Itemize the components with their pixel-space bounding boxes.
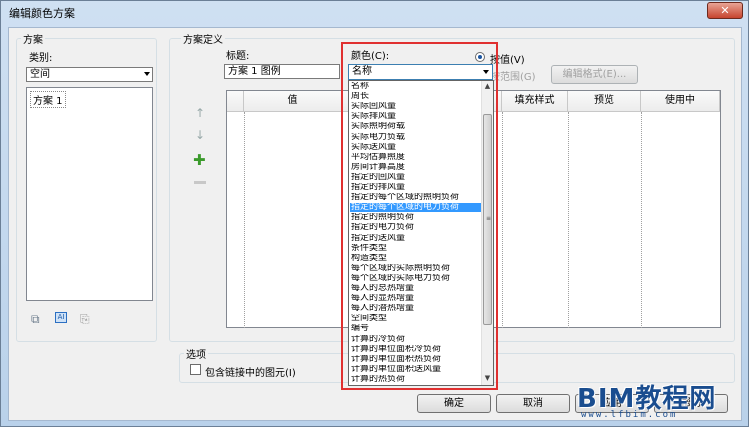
color-label: 颜色(C): [351,51,390,62]
scroll-up-icon[interactable]: ▲ [482,81,493,92]
column-divider [502,112,503,328]
column-divider [568,112,569,328]
column-header-fill-pattern[interactable]: 填充样式 [502,91,568,112]
title-input-value: 方案 1 图例 [228,66,281,77]
color-option-item[interactable]: 实际回风量 [350,102,481,111]
color-option-item[interactable]: 每人的潜热增量 [350,304,481,313]
color-option-item[interactable]: 计算的冷负荷 [350,335,481,344]
column-header-preview[interactable]: 预览 [568,91,641,112]
include-links-label: 包含链接中的图元(I) [205,368,296,379]
color-option-item[interactable]: 实际排风量 [350,112,481,121]
move-up-icon[interactable]: ↑ [195,106,205,120]
scheme-group-label: 方案 [21,31,45,46]
color-option-item[interactable]: 名称 [350,82,481,91]
remove-value-icon[interactable] [194,181,206,184]
column-header-in-use[interactable]: 使用中 [641,91,720,112]
color-option-item[interactable]: 编号 [350,324,481,333]
by-range-label: 按范围(G) [490,72,536,83]
add-value-icon[interactable]: ✚ [193,151,206,169]
color-option-item[interactable]: 计算的单位面积送风量 [350,365,481,374]
color-option-item[interactable]: 计算的热负荷 [350,375,481,384]
options-group-label: 选项 [184,346,208,361]
column-divider [342,112,343,328]
title-bar[interactable]: 编辑颜色方案 ✕ [1,1,748,23]
color-option-item[interactable]: 周长 [350,92,481,101]
color-option-item[interactable]: 每人的总热增量 [350,284,481,293]
color-option-item[interactable]: 条件类型 [350,244,481,253]
color-option-item[interactable]: 每人的显热增量 [350,294,481,303]
duplicate-scheme-icon[interactable]: ⧉ [31,312,40,327]
color-options-scrollbar[interactable]: ▲ ≡ ▼ [481,81,493,385]
chevron-down-icon [483,70,489,74]
definition-group-label: 方案定义 [181,31,225,46]
ok-button[interactable]: 确定 [417,394,491,413]
scheme-list[interactable]: 方案 1 [26,87,153,301]
color-option-item[interactable]: 实际电力负载 [350,133,481,142]
color-select-value: 名称 [352,66,372,77]
title-label: 标题: [226,51,250,62]
color-option-item[interactable]: 指定的送风量 [350,234,481,243]
color-option-item[interactable]: 指定的排风量 [350,183,481,192]
color-option-item[interactable]: 房间计算高度 [350,163,481,172]
grip-icon: ≡ [486,215,492,222]
move-down-icon[interactable]: ↓ [195,128,205,142]
category-label: 类别: [29,53,53,64]
color-option-item[interactable]: 指定的每个区域的电力负荷 [350,203,481,213]
window-title: 编辑颜色方案 [9,7,75,20]
delete-scheme-icon[interactable]: ⎘ [80,312,90,327]
category-value: 空间 [30,69,50,80]
color-option-item[interactable]: 指定的电力负荷 [350,223,481,232]
cancel-button[interactable]: 取消 [496,394,570,413]
column-divider [641,112,642,328]
color-option-item[interactable]: 平均估算照度 [350,153,481,162]
title-input[interactable]: 方案 1 图例 [224,64,340,79]
watermark-url: www.lfbim.com [581,410,678,420]
color-option-item[interactable]: 指定的回风量 [350,173,481,182]
color-option-item[interactable]: 每个区域的实际照明负荷 [350,264,481,273]
scroll-thumb[interactable]: ≡ [483,114,492,325]
dialog-window: 编辑颜色方案 ✕ 方案 类别: 空间 方案 1 ⧉ AI ⎘ 方案定义 标题: … [0,0,749,427]
by-value-radio[interactable] [475,52,485,62]
color-option-item[interactable]: 每个区域的实际电力负荷 [350,274,481,283]
edit-format-button[interactable]: 编辑格式(E)... [551,65,638,84]
category-select[interactable]: 空间 [26,67,153,82]
color-options-list[interactable]: 名称 周长 实际回风量 实际排风量 实际照明荷载 实际电力负载 实际送风量 平均估算照度 房间计… [348,80,494,386]
column-header-value[interactable]: 值 [244,91,342,112]
color-select[interactable]: 名称 [348,64,493,80]
dialog-client: 方案 类别: 空间 方案 1 ⧉ AI ⎘ 方案定义 标题: 方案 1 图例 颜… [8,27,742,421]
column-divider [244,112,245,328]
close-button[interactable]: ✕ [707,2,743,19]
color-option-item[interactable]: 实际送风量 [350,143,481,152]
color-dropdown[interactable]: 名称 名称 周长 实际回风量 实际排风量 实际照明荷载 实际电力负载 实际送风量 平均估算照度… [347,64,496,386]
color-option-item[interactable]: 指定的照明负荷 [350,213,481,222]
include-links-checkbox[interactable] [190,364,201,375]
color-option-item[interactable]: 计算的单位面积热负荷 [350,355,481,364]
color-option-item[interactable]: 构造类型 [350,254,481,263]
scheme-list-item[interactable]: 方案 1 [30,91,66,108]
watermark: BIM教程网 www.lfbim.com [577,378,747,426]
rename-scheme-icon[interactable]: AI [55,312,67,323]
color-option-item[interactable]: 指定的每个区域的照明负荷 [350,193,481,202]
color-option-item[interactable]: 实际照明荷载 [350,122,481,131]
chevron-down-icon [144,72,150,76]
color-option-item[interactable]: 空间类型 [350,314,481,323]
scroll-down-icon[interactable]: ▼ [482,373,493,384]
color-option-item[interactable]: 计算的单位面积冷负荷 [350,345,481,354]
row-header-cell [227,91,244,112]
